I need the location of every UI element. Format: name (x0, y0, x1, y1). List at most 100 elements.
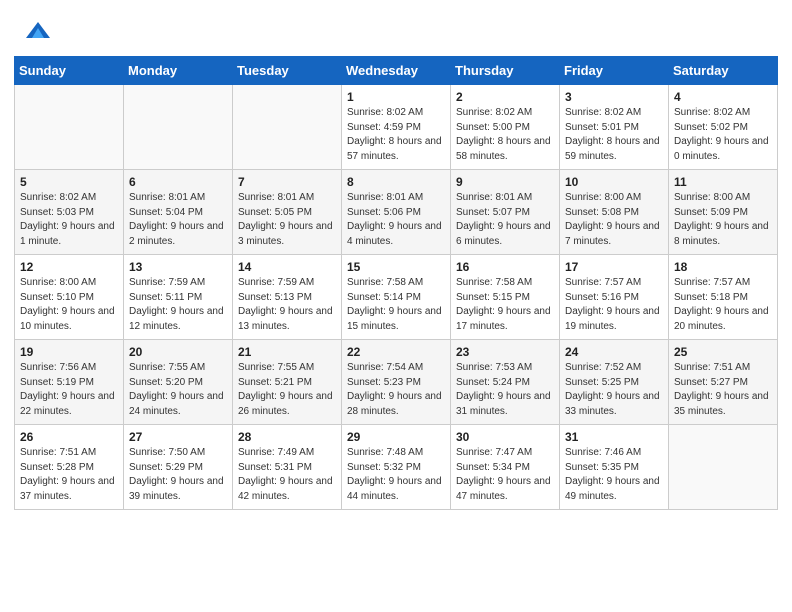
day-info: Sunrise: 7:48 AM Sunset: 5:32 PM Dayligh… (347, 446, 445, 504)
day-cell: 7 Sunrise: 8:01 AM Sunset: 5:05 PM Daylig… (233, 170, 342, 255)
day-cell: 22 Sunrise: 7:54 AM Sunset: 5:23 PM Dayli… (342, 340, 451, 425)
day-info: Sunrise: 7:55 AM Sunset: 5:21 PM Dayligh… (238, 361, 336, 419)
day-cell: 31Sunrise: 7:46 AM Sunset: 5:35 PM Dayli… (560, 425, 669, 510)
day-cell: 20 Sunrise: 7:55 AM Sunset: 5:20 PM Dayli… (124, 340, 233, 425)
day-info: Sunrise: 7:55 AM Sunset: 5:20 PM Dayligh… (129, 361, 227, 419)
day-info: Sunrise: 8:01 AM Sunset: 5:07 PM Dayligh… (456, 191, 554, 249)
day-info: Sunrise: 7:49 AM Sunset: 5:31 PM Dayligh… (238, 446, 336, 504)
week-row-2: 5 Sunrise: 8:02 AM Sunset: 5:03 PM Daylig… (15, 170, 778, 255)
day-cell: 5 Sunrise: 8:02 AM Sunset: 5:03 PM Daylig… (15, 170, 124, 255)
day-cell: 21 Sunrise: 7:55 AM Sunset: 5:21 PM Dayli… (233, 340, 342, 425)
day-number: 21 (238, 345, 336, 359)
day-info: Sunrise: 7:56 AM Sunset: 5:19 PM Dayligh… (20, 361, 118, 419)
day-number: 30 (456, 430, 554, 444)
header-day-wednesday: Wednesday (342, 57, 451, 85)
day-number: 26 (20, 430, 118, 444)
day-number: 29 (347, 430, 445, 444)
day-number: 7 (238, 175, 336, 189)
day-info: Sunrise: 8:02 AM Sunset: 5:00 PM Dayligh… (456, 106, 554, 164)
day-info: Sunrise: 8:00 AM Sunset: 5:10 PM Dayligh… (20, 276, 118, 334)
day-info: Sunrise: 7:57 AM Sunset: 5:18 PM Dayligh… (674, 276, 772, 334)
week-row-1: 1Sunrise: 8:02 AM Sunset: 4:59 PM Daylig… (15, 85, 778, 170)
day-cell: 8Sunrise: 8:01 AM Sunset: 5:06 PM Daylig… (342, 170, 451, 255)
day-number: 15 (347, 260, 445, 274)
day-cell: 3 Sunrise: 8:02 AM Sunset: 5:01 PM Daylig… (560, 85, 669, 170)
day-number: 19 (20, 345, 118, 359)
day-number: 6 (129, 175, 227, 189)
header-day-thursday: Thursday (451, 57, 560, 85)
week-row-3: 12Sunrise: 8:00 AM Sunset: 5:10 PM Dayli… (15, 255, 778, 340)
day-number: 31 (565, 430, 663, 444)
day-cell (15, 85, 124, 170)
header-row: SundayMondayTuesdayWednesdayThursdayFrid… (15, 57, 778, 85)
day-number: 27 (129, 430, 227, 444)
day-number: 5 (20, 175, 118, 189)
day-cell (124, 85, 233, 170)
day-number: 4 (674, 90, 772, 104)
day-number: 22 (347, 345, 445, 359)
day-number: 13 (129, 260, 227, 274)
header-day-tuesday: Tuesday (233, 57, 342, 85)
calendar-header: SundayMondayTuesdayWednesdayThursdayFrid… (15, 57, 778, 85)
day-cell: 2 Sunrise: 8:02 AM Sunset: 5:00 PM Daylig… (451, 85, 560, 170)
logo-icon (24, 18, 52, 46)
day-info: Sunrise: 7:59 AM Sunset: 5:13 PM Dayligh… (238, 276, 336, 334)
day-cell: 13 Sunrise: 7:59 AM Sunset: 5:11 PM Dayli… (124, 255, 233, 340)
day-number: 9 (456, 175, 554, 189)
header-day-saturday: Saturday (669, 57, 778, 85)
day-number: 24 (565, 345, 663, 359)
day-number: 10 (565, 175, 663, 189)
day-cell: 1Sunrise: 8:02 AM Sunset: 4:59 PM Daylig… (342, 85, 451, 170)
day-info: Sunrise: 7:59 AM Sunset: 5:11 PM Dayligh… (129, 276, 227, 334)
day-cell (233, 85, 342, 170)
day-number: 1 (347, 90, 445, 104)
day-info: Sunrise: 7:53 AM Sunset: 5:24 PM Dayligh… (456, 361, 554, 419)
day-info: Sunrise: 8:01 AM Sunset: 5:05 PM Dayligh… (238, 191, 336, 249)
day-info: Sunrise: 7:50 AM Sunset: 5:29 PM Dayligh… (129, 446, 227, 504)
day-number: 2 (456, 90, 554, 104)
day-cell: 4Sunrise: 8:02 AM Sunset: 5:02 PM Daylig… (669, 85, 778, 170)
header (0, 0, 792, 56)
day-number: 14 (238, 260, 336, 274)
day-cell: 24 Sunrise: 7:52 AM Sunset: 5:25 PM Dayli… (560, 340, 669, 425)
day-info: Sunrise: 7:58 AM Sunset: 5:15 PM Dayligh… (456, 276, 554, 334)
day-cell: 15 Sunrise: 7:58 AM Sunset: 5:14 PM Dayli… (342, 255, 451, 340)
day-number: 23 (456, 345, 554, 359)
logo (24, 18, 56, 46)
day-number: 20 (129, 345, 227, 359)
day-info: Sunrise: 7:47 AM Sunset: 5:34 PM Dayligh… (456, 446, 554, 504)
week-row-5: 26 Sunrise: 7:51 AM Sunset: 5:28 PM Dayli… (15, 425, 778, 510)
day-cell: 11Sunrise: 8:00 AM Sunset: 5:09 PM Dayli… (669, 170, 778, 255)
day-cell: 30 Sunrise: 7:47 AM Sunset: 5:34 PM Dayli… (451, 425, 560, 510)
week-row-4: 19 Sunrise: 7:56 AM Sunset: 5:19 PM Dayli… (15, 340, 778, 425)
day-cell: 29 Sunrise: 7:48 AM Sunset: 5:32 PM Dayli… (342, 425, 451, 510)
day-info: Sunrise: 7:54 AM Sunset: 5:23 PM Dayligh… (347, 361, 445, 419)
day-info: Sunrise: 8:00 AM Sunset: 5:09 PM Dayligh… (674, 191, 772, 249)
day-info: Sunrise: 8:00 AM Sunset: 5:08 PM Dayligh… (565, 191, 663, 249)
day-cell: 28 Sunrise: 7:49 AM Sunset: 5:31 PM Dayli… (233, 425, 342, 510)
day-info: Sunrise: 8:01 AM Sunset: 5:04 PM Dayligh… (129, 191, 227, 249)
day-info: Sunrise: 8:02 AM Sunset: 5:03 PM Dayligh… (20, 191, 118, 249)
header-day-monday: Monday (124, 57, 233, 85)
day-number: 28 (238, 430, 336, 444)
day-info: Sunrise: 8:02 AM Sunset: 5:01 PM Dayligh… (565, 106, 663, 164)
day-info: Sunrise: 7:51 AM Sunset: 5:27 PM Dayligh… (674, 361, 772, 419)
day-cell: 12Sunrise: 8:00 AM Sunset: 5:10 PM Dayli… (15, 255, 124, 340)
day-cell: 18Sunrise: 7:57 AM Sunset: 5:18 PM Dayli… (669, 255, 778, 340)
calendar-table: SundayMondayTuesdayWednesdayThursdayFrid… (14, 56, 778, 510)
day-cell: 9 Sunrise: 8:01 AM Sunset: 5:07 PM Daylig… (451, 170, 560, 255)
day-number: 25 (674, 345, 772, 359)
day-cell: 19 Sunrise: 7:56 AM Sunset: 5:19 PM Dayli… (15, 340, 124, 425)
day-cell: 16Sunrise: 7:58 AM Sunset: 5:15 PM Dayli… (451, 255, 560, 340)
header-day-friday: Friday (560, 57, 669, 85)
day-cell: 25 Sunrise: 7:51 AM Sunset: 5:27 PM Dayli… (669, 340, 778, 425)
calendar-body: 1Sunrise: 8:02 AM Sunset: 4:59 PM Daylig… (15, 85, 778, 510)
day-cell: 26 Sunrise: 7:51 AM Sunset: 5:28 PM Dayli… (15, 425, 124, 510)
day-info: Sunrise: 7:52 AM Sunset: 5:25 PM Dayligh… (565, 361, 663, 419)
day-number: 3 (565, 90, 663, 104)
page: SundayMondayTuesdayWednesdayThursdayFrid… (0, 0, 792, 612)
day-info: Sunrise: 7:58 AM Sunset: 5:14 PM Dayligh… (347, 276, 445, 334)
day-info: Sunrise: 8:01 AM Sunset: 5:06 PM Dayligh… (347, 191, 445, 249)
day-cell (669, 425, 778, 510)
day-info: Sunrise: 7:51 AM Sunset: 5:28 PM Dayligh… (20, 446, 118, 504)
